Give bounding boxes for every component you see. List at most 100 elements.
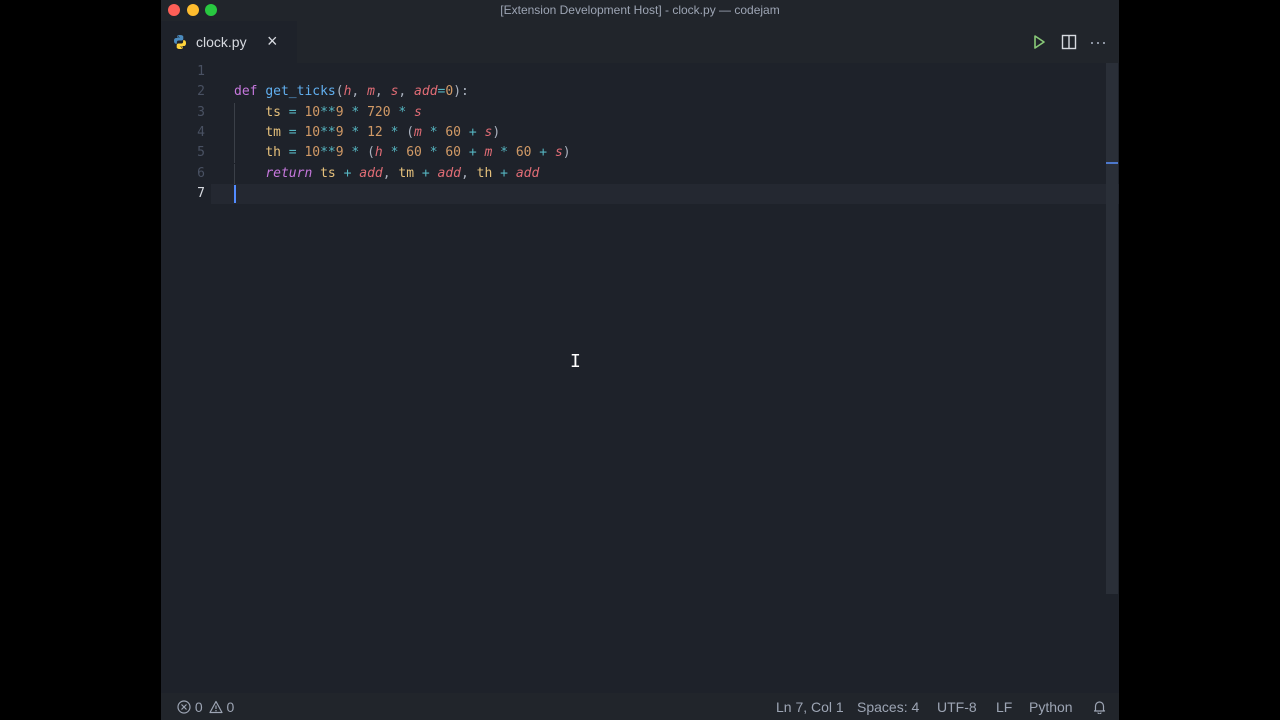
bell-icon[interactable] — [1092, 699, 1107, 714]
code-token: ** — [320, 124, 336, 140]
code-token: + — [468, 124, 477, 140]
line-number: 3 — [197, 104, 205, 120]
code-line[interactable]: def get_ticks(h, m, s, add=0): — [234, 82, 469, 102]
code-token: 9 — [335, 145, 344, 161]
code-token: + — [500, 165, 508, 181]
python-icon — [174, 35, 186, 49]
encoding-setting[interactable]: UTF-8 — [937, 699, 977, 715]
line-number-gutter: 1 2 3 4 5 6 7 — [161, 63, 211, 693]
code-token: s — [554, 145, 563, 161]
code-token: 10 — [304, 124, 321, 140]
code-token: ) — [492, 124, 501, 140]
code-token: 0 — [445, 84, 454, 100]
vertical-scrollbar[interactable] — [1106, 63, 1118, 594]
code-editor[interactable]: 1234567 def get_ticks(h, m, s, add=0): t… — [161, 63, 1119, 693]
problems-indicator[interactable]: 0 0 — [177, 699, 234, 715]
eol-setting[interactable]: LF — [996, 699, 1012, 715]
code-token: + — [539, 145, 548, 161]
code-token: ( — [335, 84, 344, 100]
code-token: = — [288, 104, 297, 120]
code-token: tm — [265, 124, 281, 140]
editor-window: [Extension Development Host] - clock.py … — [161, 0, 1119, 720]
code-line[interactable]: th = 10**9 * (h * 60 * 60 + m * 60 + s) — [234, 143, 570, 163]
error-count: 0 — [194, 699, 203, 715]
code-token: get_ticks — [265, 84, 336, 100]
split-editor-icon[interactable] — [1060, 33, 1078, 51]
run-icon[interactable] — [1030, 33, 1048, 51]
indent-guide — [234, 163, 235, 184]
line-number: 6 — [197, 165, 205, 181]
language-mode[interactable]: Python — [1029, 699, 1073, 715]
current-line-highlight — [211, 183, 1119, 204]
more-actions-button[interactable]: ··· — [1089, 33, 1107, 54]
indentation-setting[interactable]: Spaces: 4 — [857, 699, 919, 715]
code-token: + — [468, 145, 477, 161]
code-token: = — [288, 124, 297, 140]
window-title: [Extension Development Host] - clock.py … — [500, 3, 780, 17]
code-token: def — [234, 84, 258, 100]
code-token: add — [437, 165, 462, 181]
tab-bar: clock.py × ··· — [161, 21, 1119, 63]
code-token: , — [461, 165, 477, 181]
code-token: * — [429, 124, 438, 140]
code-token: ( — [398, 124, 415, 140]
tab-clock-py[interactable]: clock.py × — [161, 21, 297, 63]
cursor-position[interactable]: Ln 7, Col 1 — [776, 699, 844, 715]
scrollbar-cursor-marker — [1106, 162, 1118, 164]
code-token: 60 — [406, 145, 422, 161]
code-token: , — [382, 165, 399, 181]
code-token: = — [288, 145, 297, 161]
code-token: return — [265, 165, 313, 181]
code-token: + — [421, 165, 430, 181]
code-token: ): — [453, 84, 469, 100]
code-line[interactable]: return ts + add, tm + add, th + add — [234, 164, 539, 184]
code-token: * — [429, 145, 438, 161]
code-token: 60 — [445, 145, 462, 161]
code-token: 10 — [304, 104, 321, 120]
line-number: 1 — [197, 64, 205, 79]
code-token: 10 — [304, 145, 321, 161]
warning-count: 0 — [226, 699, 235, 715]
code-token: add — [359, 165, 383, 181]
close-tab-button[interactable]: × — [267, 31, 278, 51]
code-line[interactable]: tm = 10**9 * 12 * (m * 60 + s) — [234, 123, 500, 143]
code-token: add — [414, 84, 438, 100]
code-token: 720 — [367, 104, 391, 120]
code-token: ts — [320, 165, 336, 181]
line-number: 2 — [197, 84, 205, 100]
warning-icon — [208, 700, 223, 714]
code-token: 60 — [445, 124, 462, 140]
code-token: add — [515, 165, 540, 181]
indent-guide — [234, 143, 235, 164]
code-token: ** — [320, 145, 336, 161]
code-token: s — [414, 104, 422, 120]
indent-guide — [234, 122, 235, 144]
code-token: 12 — [367, 124, 383, 140]
code-token: , — [398, 84, 415, 100]
code-line[interactable]: ts = 10**9 * 720 * s — [234, 103, 422, 123]
code-token: ts — [265, 104, 281, 120]
error-icon — [177, 700, 191, 714]
